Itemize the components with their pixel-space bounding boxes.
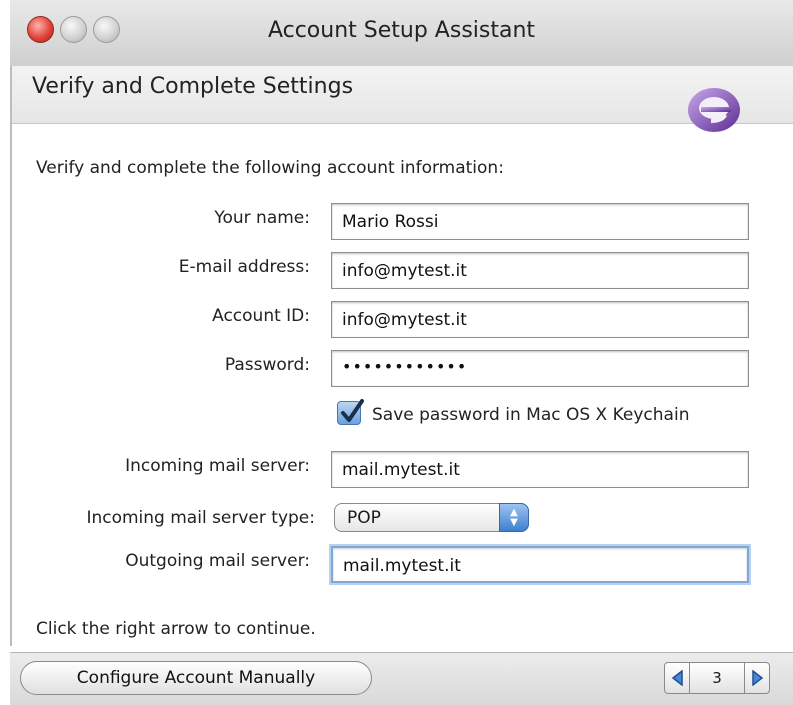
save-password-checkbox[interactable] (337, 399, 364, 425)
account-id-label: Account ID: (212, 306, 310, 326)
password-input[interactable]: •••••••••••• (331, 350, 749, 387)
right-arrow-icon (752, 670, 764, 686)
previous-page-button[interactable] (664, 662, 690, 694)
email-input[interactable]: info@mytest.it (331, 252, 749, 289)
window-title: Account Setup Assistant (267, 18, 536, 43)
intro-text: Verify and complete the following accoun… (36, 158, 504, 178)
title-bar: Account Setup Assistant (10, 0, 793, 67)
page-number: 3 (690, 662, 744, 694)
next-page-button[interactable] (744, 662, 770, 694)
entourage-logo-icon (688, 88, 740, 132)
save-password-label: Save password in Mac OS X Keychain (372, 405, 690, 425)
account-id-input[interactable]: info@mytest.it (331, 301, 749, 338)
incoming-type-popup[interactable]: POP ▲ ▼ (334, 503, 529, 532)
your-name-label: Your name: (214, 208, 310, 228)
password-label: Password: (224, 355, 310, 375)
outgoing-server-input[interactable]: mail.mytest.it (331, 546, 749, 583)
incoming-server-label: Incoming mail server: (125, 456, 310, 476)
incoming-type-label: Incoming mail server type: (86, 508, 315, 528)
configure-manually-button[interactable]: Configure Account Manually (20, 661, 372, 695)
header-band: Verify and Complete Settings (10, 66, 793, 124)
outgoing-server-label: Outgoing mail server: (125, 551, 310, 571)
email-label: E-mail address: (178, 257, 310, 277)
continue-hint: Click the right arrow to continue. (36, 619, 316, 639)
your-name-input[interactable]: Mario Rossi (331, 203, 749, 240)
checkmark-icon (341, 399, 364, 422)
incoming-type-value: POP (347, 508, 381, 528)
left-arrow-icon (671, 670, 683, 686)
up-down-arrows-icon: ▲ ▼ (499, 503, 529, 532)
page-title: Verify and Complete Settings (32, 74, 354, 99)
incoming-server-input[interactable]: mail.mytest.it (331, 451, 749, 488)
